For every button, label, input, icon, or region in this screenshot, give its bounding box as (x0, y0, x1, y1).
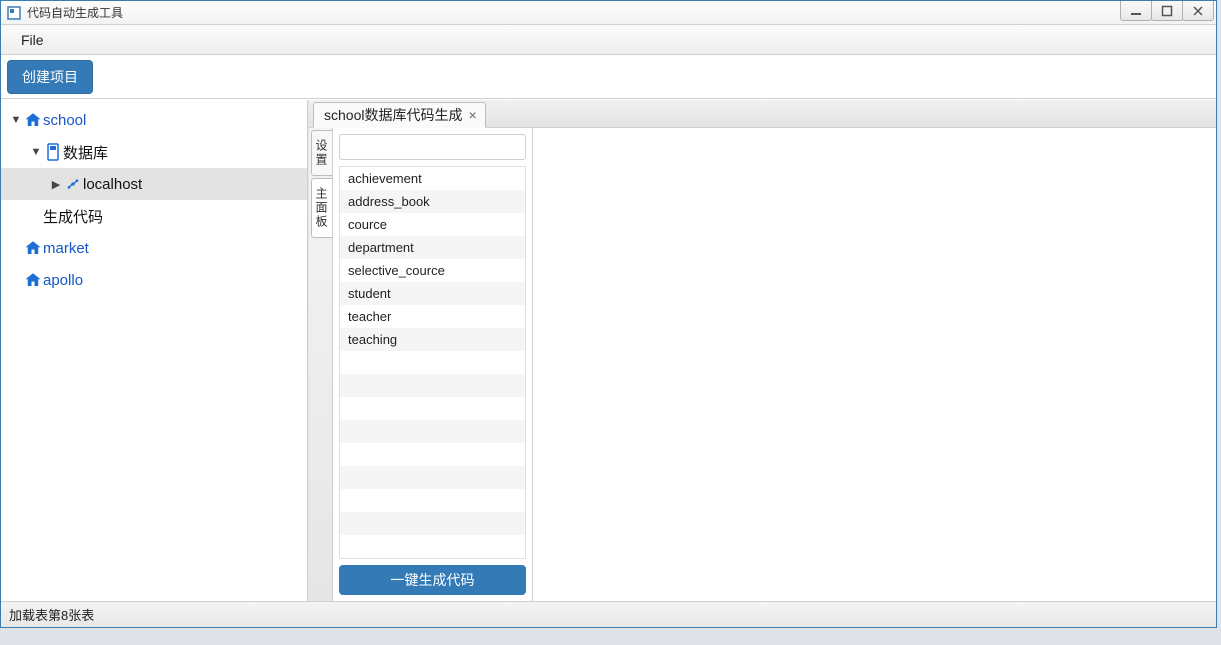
database-icon (43, 143, 63, 161)
project-tree: ▼ school ▼ 数据库 ▶ (1, 100, 307, 296)
list-item[interactable] (340, 397, 525, 420)
main-area: ▼ school ▼ 数据库 ▶ (1, 100, 1216, 601)
home-icon (23, 271, 43, 289)
list-item[interactable] (340, 420, 525, 443)
list-item-label: student (348, 286, 391, 301)
table-list[interactable]: achievement address_book cource departme… (339, 166, 526, 559)
maximize-button[interactable] (1151, 1, 1183, 21)
tree-item-generate-code[interactable]: 生成代码 (1, 200, 307, 232)
list-item[interactable] (340, 512, 525, 535)
side-tabs: 设置 主面板 (309, 128, 333, 601)
list-item[interactable] (340, 489, 525, 512)
list-item[interactable]: department (340, 236, 525, 259)
home-icon (23, 111, 43, 129)
tabstrip: school数据库代码生成 × (309, 100, 1216, 128)
tree-label: localhost (83, 176, 142, 193)
tree-item-database[interactable]: ▼ 数据库 (1, 136, 307, 168)
tree-label: market (43, 240, 89, 257)
list-item-label: teacher (348, 309, 391, 324)
connection-icon (63, 176, 83, 192)
list-item[interactable] (340, 535, 525, 558)
statusbar: 加载表第8张表 (1, 601, 1216, 627)
caret-right-icon: ▶ (49, 178, 63, 191)
sidebar: ▼ school ▼ 数据库 ▶ (1, 100, 308, 601)
tab-label: school数据库代码生成 (324, 105, 462, 125)
home-icon (23, 239, 43, 257)
search-input[interactable] (339, 134, 526, 160)
detail-panel (533, 128, 1216, 601)
status-text: 加载表第8张表 (9, 605, 94, 624)
table-list-panel: achievement address_book cource departme… (333, 128, 533, 601)
tree-item-apollo[interactable]: apollo (1, 264, 307, 296)
list-item[interactable]: teaching (340, 328, 525, 351)
window-title: 代码自动生成工具 (27, 4, 123, 21)
menu-file[interactable]: File (13, 28, 52, 52)
close-button[interactable] (1182, 1, 1214, 21)
toolbar: 创建项目 (1, 55, 1216, 99)
tree-item-school[interactable]: ▼ school (1, 104, 307, 136)
menubar: File (1, 25, 1216, 55)
app-icon (7, 6, 21, 20)
side-tab-main-panel[interactable]: 主面板 (311, 178, 332, 238)
list-item[interactable]: student (340, 282, 525, 305)
list-item[interactable]: cource (340, 213, 525, 236)
list-item[interactable]: selective_cource (340, 259, 525, 282)
list-item-label: department (348, 240, 414, 255)
tree-label: apollo (43, 272, 83, 289)
tree-label: 生成代码 (43, 206, 103, 227)
tree-label: school (43, 112, 86, 129)
minimize-button[interactable] (1120, 1, 1152, 21)
titlebar: 代码自动生成工具 (1, 1, 1216, 25)
list-item-label: achievement (348, 171, 422, 186)
side-tab-settings[interactable]: 设置 (311, 130, 332, 176)
list-item[interactable] (340, 558, 525, 559)
panel-body: 设置 主面板 achievement address_book cource d… (309, 128, 1216, 601)
list-item[interactable] (340, 466, 525, 489)
list-item[interactable] (340, 374, 525, 397)
generate-code-button[interactable]: 一键生成代码 (339, 565, 526, 595)
window-controls (1121, 1, 1214, 21)
list-item[interactable] (340, 351, 525, 374)
tree-item-localhost[interactable]: ▶ localhost (1, 168, 307, 200)
list-item[interactable]: achievement (340, 167, 525, 190)
tab-codegen[interactable]: school数据库代码生成 × (313, 102, 486, 128)
list-item-label: teaching (348, 332, 397, 347)
list-item[interactable]: address_book (340, 190, 525, 213)
close-icon[interactable]: × (468, 107, 476, 123)
content-area: school数据库代码生成 × 设置 主面板 achievement addre… (308, 100, 1216, 601)
create-project-button[interactable]: 创建项目 (7, 60, 93, 94)
list-item-label: cource (348, 217, 387, 232)
tree-label: 数据库 (63, 142, 108, 163)
app-window: 代码自动生成工具 File 创建项目 ▼ school (0, 0, 1217, 628)
caret-down-icon: ▼ (9, 114, 23, 126)
list-item-label: address_book (348, 194, 430, 209)
caret-down-icon: ▼ (29, 146, 43, 158)
tree-item-market[interactable]: market (1, 232, 307, 264)
list-item[interactable]: teacher (340, 305, 525, 328)
list-item-label: selective_cource (348, 263, 445, 278)
list-item[interactable] (340, 443, 525, 466)
